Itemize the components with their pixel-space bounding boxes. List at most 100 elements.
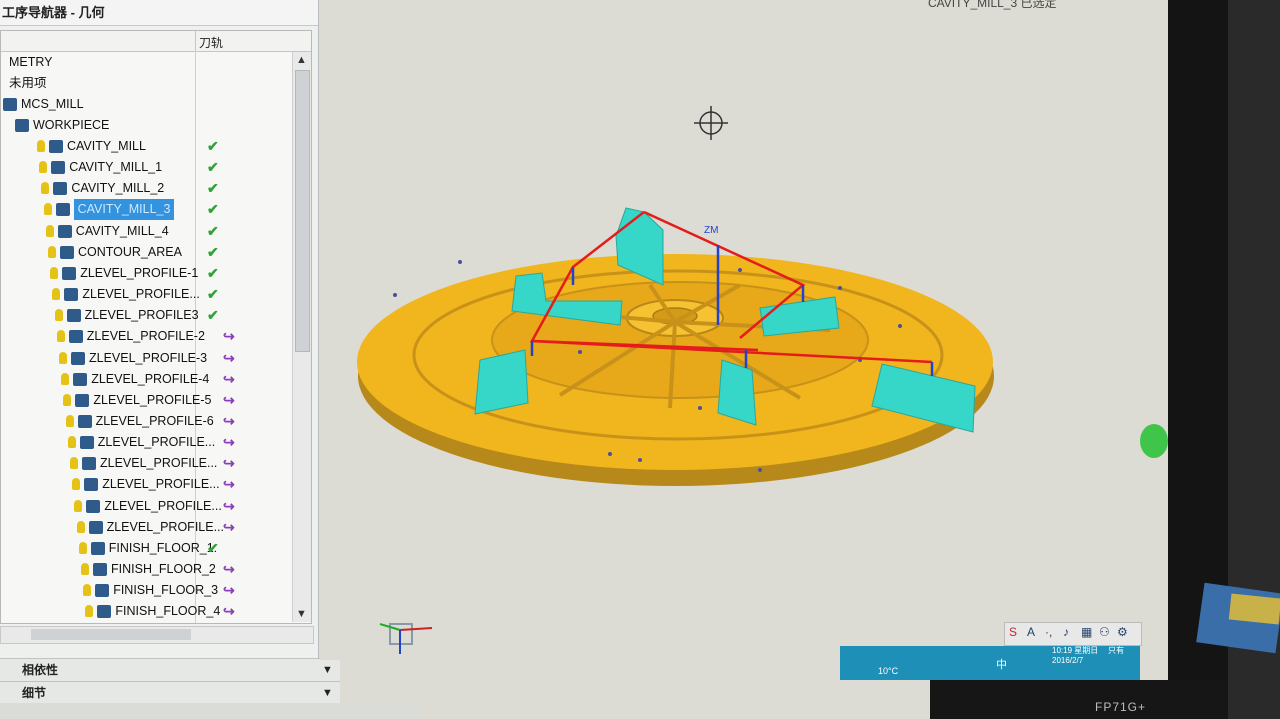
tree-row[interactable]: CAVITY_MILL_2 ✔ [1, 178, 291, 199]
tree-row[interactable]: 未用项 [1, 73, 291, 94]
navigator-tree[interactable]: 刀轨 METRY 未用项 MCS_MILL WORKPIECE CAVITY_MILL ✔… [0, 30, 312, 624]
scroll-up-icon[interactable]: ▲ [296, 54, 307, 66]
tree-row-label: ZLEVEL_PROFILE... [97, 435, 216, 450]
lightbulb-icon [63, 393, 72, 406]
vertical-scrollbar[interactable]: ▲ ▼ [292, 52, 311, 622]
graphics-viewport[interactable]: CAVITY_MILL_3 已选定 ZM [320, 0, 1168, 660]
tree-row[interactable]: FINISH_FLOOR_2 ↪ [1, 559, 291, 580]
dependencies-panel-header[interactable]: 相依性 ▼ [0, 658, 340, 681]
regenerate-icon: ↪ [223, 370, 235, 387]
tree-row[interactable]: ZLEVEL_PROFILE... ↪ [1, 496, 291, 517]
tree-row[interactable]: MCS_MILL [1, 94, 291, 115]
operation-icon [73, 372, 88, 386]
model-view[interactable]: ZM [320, 0, 1168, 660]
tree-row[interactable]: CAVITY_MILL_3 ✔ [1, 199, 291, 221]
tree-row[interactable]: FINISH_FLOOR_3 ↪ [1, 580, 291, 601]
toolpath-column-header[interactable]: 刀轨 [199, 34, 223, 51]
sogou-icon[interactable]: S [1009, 625, 1017, 639]
lightbulb-icon [74, 499, 83, 512]
ime-language[interactable]: 中 [996, 656, 1007, 672]
zm-axis-label: ZM [704, 225, 718, 236]
mic-icon[interactable]: ♪ [1063, 625, 1069, 639]
lightbulb-icon [52, 288, 61, 301]
lightbulb-icon [83, 584, 92, 597]
lightbulb-icon [41, 182, 50, 195]
tree-row[interactable]: ZLEVEL_PROFILE-6 ↪ [1, 411, 291, 432]
tree-row-label: ZLEVEL_PROFILE3 [84, 308, 199, 323]
lightbulb-icon [78, 541, 87, 554]
tree-row[interactable]: METRY [1, 52, 291, 73]
tree-row[interactable]: ZLEVEL_PROFILE-1 ✔ [1, 263, 291, 284]
horizontal-scrollbar[interactable] [0, 626, 314, 644]
lightbulb-icon [67, 436, 76, 449]
tree-row[interactable]: ZLEVEL_PROFILE3 ✔ [1, 305, 291, 326]
operation-icon [77, 414, 92, 428]
tree-row[interactable]: CAVITY_MILL_1 ✔ [1, 157, 291, 178]
mcs-icon [3, 98, 17, 111]
complete-check-icon: ✔ [207, 243, 219, 260]
tree-row[interactable]: CAVITY_MILL ✔ [1, 136, 291, 157]
settings-icon[interactable]: ⚙ [1117, 625, 1128, 639]
column-divider[interactable] [195, 31, 196, 51]
weather-temperature[interactable]: 10°C [878, 666, 898, 676]
ime-mode[interactable]: 只有 [1108, 646, 1124, 656]
keyboard-icon[interactable]: ▦ [1081, 625, 1092, 639]
tree-row[interactable]: CAVITY_MILL_4 ✔ [1, 221, 291, 242]
clock[interactable]: 10:19 星期日 2016/2/7 [1052, 646, 1112, 666]
operation-icon [55, 203, 70, 217]
regenerate-icon: ↪ [223, 434, 235, 451]
scroll-down-icon[interactable]: ▼ [296, 608, 307, 620]
tree-row[interactable]: ZLEVEL_PROFILE... ↪ [1, 474, 291, 495]
navigator-title: 工序导航器 - 几何 [0, 0, 318, 26]
view-triad-icon[interactable] [379, 623, 433, 654]
operation-icon [64, 288, 79, 302]
tree-row-label: FINISH_FLOOR_1: [108, 540, 218, 555]
column-header: 刀轨 [1, 31, 311, 52]
operation-icon [53, 182, 68, 196]
input-method-bar[interactable]: S A ·, ♪ ▦ ⚇ ⚙ [1004, 622, 1142, 646]
tree-row[interactable]: ZLEVEL_PROFILE... ↪ [1, 517, 291, 538]
details-panel-header[interactable]: 细节 ▼ [0, 681, 340, 704]
scroll-thumb[interactable] [295, 70, 310, 352]
regenerate-icon: ↪ [223, 455, 235, 472]
tree-row[interactable]: ZLEVEL_PROFILE-2 ↪ [1, 326, 291, 347]
tree-row-label: CAVITY_MILL [67, 139, 146, 153]
tree-row[interactable]: ZLEVEL_PROFILE-4 ↪ [1, 369, 291, 390]
tree-row-label: ZLEVEL_PROFILE-5 [93, 392, 212, 407]
operation-icon [84, 478, 99, 492]
operation-icon [97, 605, 112, 619]
tree-row[interactable]: ZLEVEL_PROFILE-5 ↪ [1, 390, 291, 411]
tree-row[interactable]: FINISH_FLOOR_4 ↪ [1, 601, 291, 622]
punct-icon[interactable]: ·, [1045, 625, 1052, 639]
regenerate-icon: ↪ [223, 391, 235, 408]
tree-row[interactable]: CONTOUR_AREA ✔ [1, 242, 291, 263]
tree-row[interactable]: ZLEVEL_PROFILE-3 ↪ [1, 348, 291, 369]
tree-row[interactable]: FINISH_FLOOR_1: ✔ [1, 538, 291, 559]
tree-row[interactable]: ZLEVEL_PROFILE... ✔ [1, 284, 291, 305]
hscroll-thumb[interactable] [31, 629, 191, 640]
lightbulb-icon [81, 563, 89, 575]
tree-row-label: ZLEVEL_PROFILE... [102, 477, 220, 492]
regenerate-icon: ↪ [223, 518, 235, 535]
user-icon[interactable]: ⚇ [1099, 625, 1110, 639]
regenerate-icon: ↪ [223, 412, 235, 429]
regenerate-icon: ↪ [223, 328, 235, 345]
operation-icon [79, 436, 94, 450]
tree-row-label: ZLEVEL_PROFILE... [100, 456, 218, 471]
tree-row[interactable]: WORKPIECE [1, 115, 291, 136]
tree-row[interactable]: ZLEVEL_PROFILE... ↪ [1, 453, 291, 474]
chevron-down-icon[interactable]: ▼ [322, 682, 333, 704]
ime-mode-icon[interactable]: A [1027, 625, 1035, 639]
lightbulb-icon [39, 161, 48, 174]
lightbulb-icon [48, 245, 56, 258]
complete-check-icon: ✔ [207, 539, 219, 556]
lightbulb-icon [56, 330, 65, 343]
monitor-screen: 工序导航器 - 几何 刀轨 METRY 未用项 MCS_MILL WORKPIECE C… [0, 0, 1195, 719]
tree-row[interactable]: ZLEVEL_PROFILE... ↪ [1, 432, 291, 453]
lightbulb-icon [50, 266, 59, 279]
chevron-down-icon[interactable]: ▼ [322, 659, 333, 681]
complete-check-icon: ✔ [207, 286, 219, 303]
operation-icon [95, 584, 110, 598]
regenerate-icon: ↪ [223, 582, 235, 599]
regenerate-icon: ↪ [223, 603, 235, 620]
